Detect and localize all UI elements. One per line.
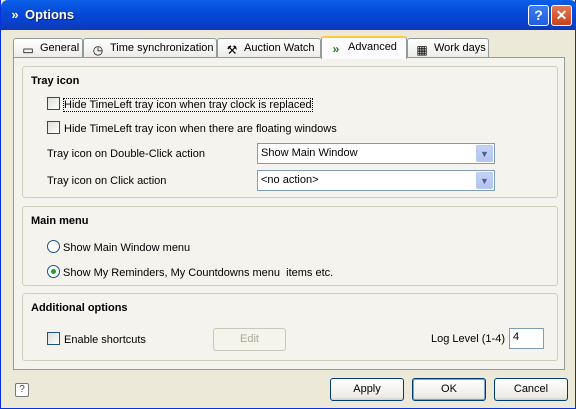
additional-options-group: Additional options Enable shortcuts Edit… bbox=[22, 293, 558, 361]
apply-button[interactable]: Apply bbox=[330, 378, 404, 401]
options-window: » Options ? ✕ ▭ General ◷ Time synchroniza… bbox=[0, 0, 576, 409]
dblclick-action-select[interactable]: Show Main Window ▼ bbox=[257, 143, 495, 164]
hide-when-replaced-checkbox[interactable]: Hide TimeLeft tray icon when tray clock … bbox=[47, 97, 313, 112]
chevron-down-icon[interactable]: ▼ bbox=[476, 172, 493, 189]
calendar-grid-icon: ▦ bbox=[416, 43, 428, 57]
tray-icon-group-title: Tray icon bbox=[31, 75, 80, 87]
tray-icon-group: Tray icon Hide TimeLeft tray icon when t… bbox=[22, 66, 558, 198]
tab-general[interactable]: ▭ General bbox=[13, 38, 83, 58]
advanced-panel: Tray icon Hide TimeLeft tray icon when t… bbox=[13, 57, 565, 370]
main-menu-group-title: Main menu bbox=[31, 215, 89, 227]
gavel-icon: ⚒ bbox=[226, 43, 238, 57]
log-level-input[interactable]: 4 bbox=[509, 328, 544, 349]
cancel-button[interactable]: Cancel bbox=[494, 378, 568, 401]
close-button[interactable]: ✕ bbox=[551, 5, 572, 26]
clock-icon: ◷ bbox=[92, 43, 104, 57]
double-chevron-icon: » bbox=[332, 42, 340, 56]
tab-advanced[interactable]: » Advanced bbox=[321, 36, 407, 59]
edit-shortcuts-button[interactable]: Edit bbox=[213, 328, 286, 351]
main-window-menu-radio[interactable]: Show Main Window menu bbox=[47, 240, 190, 254]
tab-time-synchronization[interactable]: ◷ Time synchronization bbox=[83, 38, 217, 58]
log-level-label: Log Level (1-4) bbox=[431, 333, 505, 345]
click-action-label: Tray icon on Click action bbox=[47, 175, 167, 187]
reminders-menu-radio[interactable]: Show My Reminders, My Countdowns menu it… bbox=[47, 265, 333, 279]
hide-when-floating-checkbox[interactable]: Hide TimeLeft tray icon when there are f… bbox=[47, 121, 337, 135]
tab-work-days[interactable]: ▦ Work days bbox=[407, 38, 489, 58]
help-icon[interactable]: ? bbox=[15, 383, 29, 397]
ok-button[interactable]: OK bbox=[412, 378, 486, 401]
additional-options-group-title: Additional options bbox=[31, 302, 128, 314]
window-title: Options bbox=[25, 7, 75, 22]
main-menu-group: Main menu Show Main Window menu Show My … bbox=[22, 206, 558, 286]
computer-icon: ▭ bbox=[22, 43, 34, 57]
enable-shortcuts-checkbox[interactable]: Enable shortcuts bbox=[47, 332, 146, 346]
click-action-select[interactable]: <no action> ▼ bbox=[257, 170, 495, 191]
double-chevron-icon: » bbox=[11, 7, 19, 22]
tab-auction-watch[interactable]: ⚒ Auction Watch bbox=[217, 38, 321, 58]
dblclick-action-label: Tray icon on Double-Click action bbox=[47, 148, 205, 160]
title-bar[interactable]: » Options ? ✕ bbox=[1, 0, 576, 30]
chevron-down-icon[interactable]: ▼ bbox=[476, 145, 493, 162]
help-button[interactable]: ? bbox=[528, 5, 549, 26]
